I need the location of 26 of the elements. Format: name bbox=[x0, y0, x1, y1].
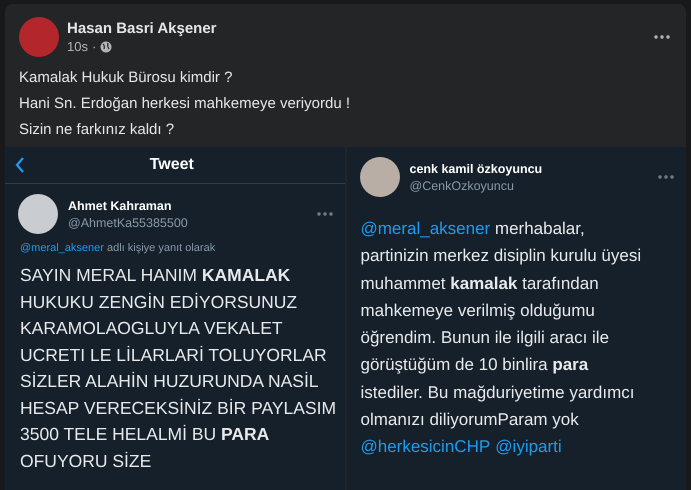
back-chevron-icon[interactable] bbox=[15, 157, 25, 173]
more-options-icon[interactable] bbox=[658, 175, 674, 179]
globe-icon bbox=[100, 40, 112, 52]
avatar bbox=[360, 157, 400, 197]
separator: · bbox=[92, 39, 96, 54]
author-name[interactable]: Hasan Basri Akşener bbox=[67, 20, 646, 37]
post-text: Sizin ne farkınız kaldı ? bbox=[19, 121, 176, 139]
mention-link[interactable]: @meral_aksener bbox=[360, 219, 490, 238]
tweet-header-title: Tweet bbox=[148, 156, 195, 174]
mention-link[interactable]: @iyiparti bbox=[495, 437, 562, 456]
mention-link[interactable]: @herkesicinCHP bbox=[360, 437, 490, 456]
reply-context: @meral_aksener adlı kişiye yanıt olarak bbox=[20, 242, 216, 254]
post-time[interactable]: 10s bbox=[67, 39, 88, 54]
tweet-text: SAYIN MERAL HANIM KAMALAK HUKUKU ZENGİN EDİYORSUNUZ KARAMOLAOGLUYLA VEKALET UCRETI LE LİLARLARİ TOLUYORLAR SİZLER ALAHİN HUZURUNDA NASİL HESAP VERECEKSİNİZ BİR PAYLASIM 3500 TELE HELALMİ BU PARA OFUYORU SİZE bbox=[20, 264, 338, 472]
user-handle: @CenkOzkoyuncu bbox=[410, 178, 515, 192]
user-name: Ahmet Kahraman bbox=[68, 198, 172, 212]
avatar bbox=[18, 194, 58, 234]
more-options-icon[interactable] bbox=[654, 35, 670, 39]
more-options-icon[interactable] bbox=[316, 212, 332, 216]
profile-avatar[interactable] bbox=[19, 17, 59, 57]
mention-link[interactable]: @meral_aksener bbox=[20, 242, 104, 254]
post-text: Kamalak Hukuk Bürosu kimdir ? bbox=[19, 69, 234, 87]
user-handle: @AhmetKa55385500 bbox=[68, 216, 189, 230]
tweet-text: @meral_aksener merhabalar, partinizin merkez disiplin kurulu üyesi muhammet kamalak tarafından mahkemeye verilmiş olduğumu öğrendim. Bunun ile ilgili aracı ile görüştüğüm de 10 binlira para istediler. Bu mağduriyetime yardımcı olmanızı diliyorumParam yok @herkesicinCHP @iyiparti bbox=[360, 218, 642, 458]
post-text: Hani Sn. Erdoğan herkesi mahkemeye veriyordu ! bbox=[19, 95, 351, 113]
user-name: cenk kamil özkoyuncu bbox=[410, 162, 544, 176]
